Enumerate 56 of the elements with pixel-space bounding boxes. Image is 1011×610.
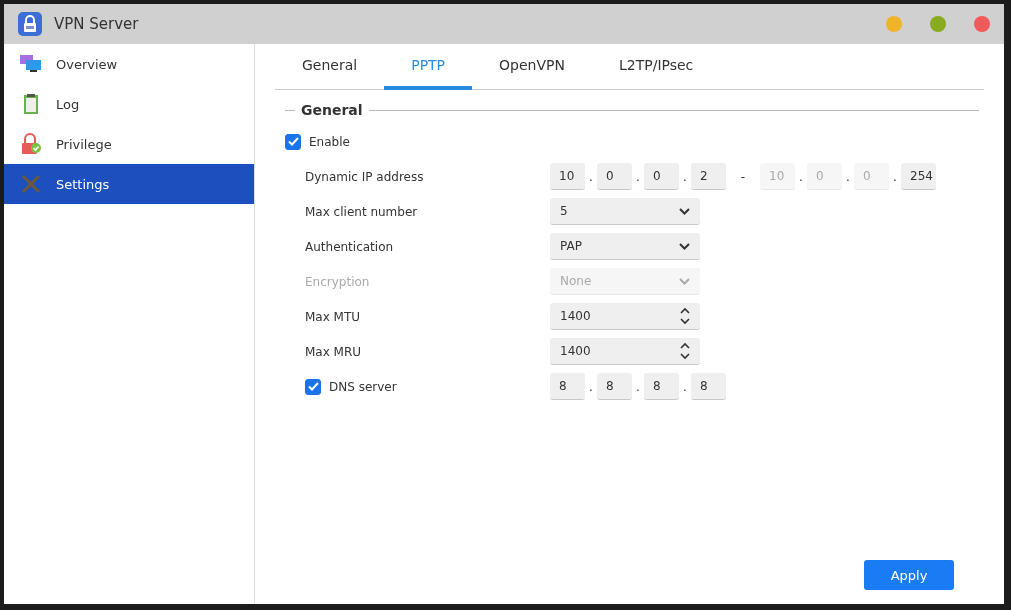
ip-octet-field[interactable]: 8 bbox=[644, 373, 679, 400]
field-label: Max MRU bbox=[304, 344, 363, 359]
sidebar-item[interactable]: Settings bbox=[4, 164, 254, 204]
window-title: VPN Server bbox=[54, 15, 140, 33]
field-label: Max MTU bbox=[304, 309, 362, 324]
dot-separator: . bbox=[588, 169, 594, 184]
spinner-arrows-icon bbox=[680, 306, 690, 326]
sidebar-item[interactable]: Privilege bbox=[4, 124, 254, 164]
ip-octet-field[interactable]: 8 bbox=[550, 373, 585, 400]
close-button[interactable] bbox=[974, 16, 990, 32]
tab[interactable]: General bbox=[275, 44, 385, 90]
ip-octet-field[interactable]: 254 bbox=[901, 163, 936, 190]
ip-octet-field[interactable]: 8 bbox=[597, 373, 632, 400]
sidebar-item[interactable]: Overview bbox=[4, 44, 254, 84]
field-label: Authentication bbox=[304, 239, 395, 254]
dot-separator: . bbox=[682, 169, 688, 184]
chevron-down-icon bbox=[679, 242, 690, 250]
dot-separator: . bbox=[588, 379, 594, 394]
ip-octet-field[interactable]: 2 bbox=[691, 163, 726, 190]
dropdown[interactable]: 5 bbox=[550, 198, 700, 225]
spinner-arrows-icon bbox=[680, 341, 690, 361]
minimize-button[interactable] bbox=[886, 16, 902, 32]
dropdown[interactable]: PAP bbox=[550, 233, 700, 260]
field-label: Max client number bbox=[304, 204, 419, 219]
dot-separator: . bbox=[635, 169, 641, 184]
field-label: Dynamic IP address bbox=[304, 169, 425, 184]
lock-check-icon bbox=[20, 133, 42, 155]
maximize-button[interactable] bbox=[930, 16, 946, 32]
field-label: Encryption bbox=[304, 274, 371, 289]
ip-octet-field[interactable]: 0 bbox=[597, 163, 632, 190]
dot-separator: . bbox=[682, 379, 688, 394]
checkbox[interactable] bbox=[305, 378, 321, 395]
sidebar-item[interactable]: Log bbox=[4, 84, 254, 124]
dot-separator: . bbox=[892, 169, 898, 184]
number-field[interactable]: 1400 bbox=[550, 303, 700, 330]
ip-octet-field[interactable]: 8 bbox=[691, 373, 726, 400]
tab[interactable]: OpenVPN bbox=[472, 44, 592, 90]
checkbox[interactable] bbox=[285, 133, 301, 150]
chevron-down-icon bbox=[679, 207, 690, 215]
checkbox-label: Enable bbox=[309, 134, 350, 149]
section-title: General bbox=[301, 102, 363, 118]
tools-icon bbox=[20, 173, 42, 195]
chevron-down-icon bbox=[679, 277, 690, 285]
range-dash: - bbox=[739, 169, 747, 184]
apply-button[interactable]: Apply bbox=[864, 560, 954, 590]
dot-separator: . bbox=[798, 169, 804, 184]
number-field[interactable]: 1400 bbox=[550, 338, 700, 365]
tab[interactable]: L2TP/IPsec bbox=[591, 44, 721, 90]
dot-separator: . bbox=[845, 169, 851, 184]
lock-app-icon bbox=[18, 12, 42, 36]
monitors-icon bbox=[20, 54, 42, 74]
checkbox-label: DNS server bbox=[329, 379, 397, 394]
dot-separator: . bbox=[635, 379, 641, 394]
tab[interactable]: PPTP bbox=[384, 44, 473, 90]
ip-octet-field[interactable]: 10 bbox=[550, 163, 585, 190]
ip-octet-field[interactable]: 0 bbox=[644, 163, 679, 190]
